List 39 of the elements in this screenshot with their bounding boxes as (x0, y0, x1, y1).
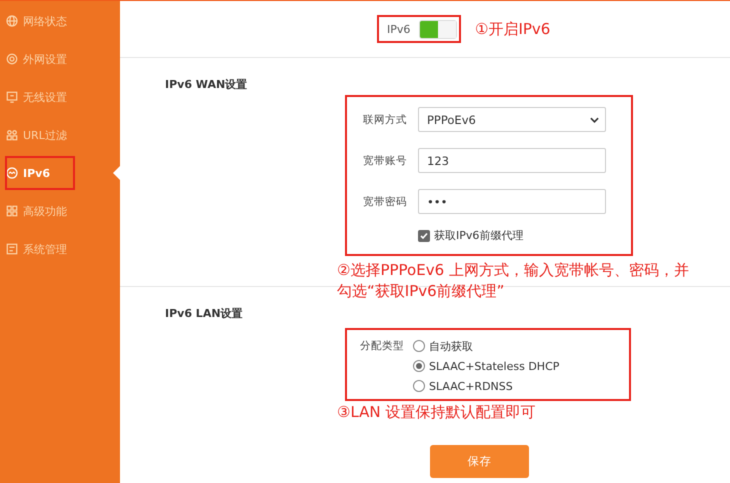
radio-label: SLAAC+Stateless DHCP (429, 360, 560, 372)
section-title: IPv6 WAN设置 (165, 77, 248, 91)
select-field[interactable]: PPPoEv6 (418, 107, 606, 132)
sidebar-item[interactable]: 网络状态 (0, 2, 120, 40)
checkbox-label: 获取IPv6前缀代理 (434, 228, 524, 243)
annotation-text: ①开启IPv6 (475, 20, 550, 38)
toggle-label: IPv6 (387, 22, 410, 36)
chevron-icon (590, 116, 599, 122)
radio-label: 自动获取 (429, 338, 473, 354)
gear-icon (6, 53, 18, 65)
annotation-text: ③LAN 设置保持默认配置即可 (337, 403, 536, 423)
sidebar-item[interactable]: IPv6 (3, 154, 77, 192)
field-label: 宽带密码 (363, 194, 408, 208)
sidebar-item[interactable]: URL过滤 (0, 116, 120, 154)
globe-icon (6, 15, 18, 27)
grid-icon (6, 205, 18, 217)
input-field[interactable]: ••• (418, 189, 606, 214)
section-title: IPv6 LAN设置 (165, 306, 244, 320)
field-label: 分配类型 (360, 339, 405, 354)
sidebar-item[interactable]: 外网设置 (0, 40, 120, 78)
people-icon (6, 129, 18, 141)
toggle-switch[interactable] (419, 20, 458, 38)
field-label: 宽带账号 (363, 154, 408, 168)
sidebar-item[interactable]: 无线设置 (0, 78, 120, 116)
monitor-icon (6, 91, 18, 103)
radio-button[interactable] (413, 360, 425, 372)
input-field[interactable]: 123 (418, 148, 606, 173)
radio-button[interactable] (413, 380, 425, 392)
radio-label: SLAAC+RDNSS (429, 380, 513, 392)
sidebar-item[interactable]: 高级功能 (0, 192, 120, 230)
panel-icon (6, 243, 18, 255)
field-label: 联网方式 (363, 112, 408, 126)
sidebar-item[interactable]: 系统管理 (0, 230, 120, 268)
save-button[interactable]: 保存 (430, 445, 529, 478)
ipv6-icon (6, 167, 18, 179)
annotation-text: ②选择PPPoEv6 上网方式，输入宽带帐号、密码，并勾选“获取IPv6前缀代理” (337, 260, 690, 302)
pointer-icon (113, 166, 120, 180)
checkbox[interactable] (418, 230, 430, 242)
radio-button[interactable] (413, 340, 425, 352)
